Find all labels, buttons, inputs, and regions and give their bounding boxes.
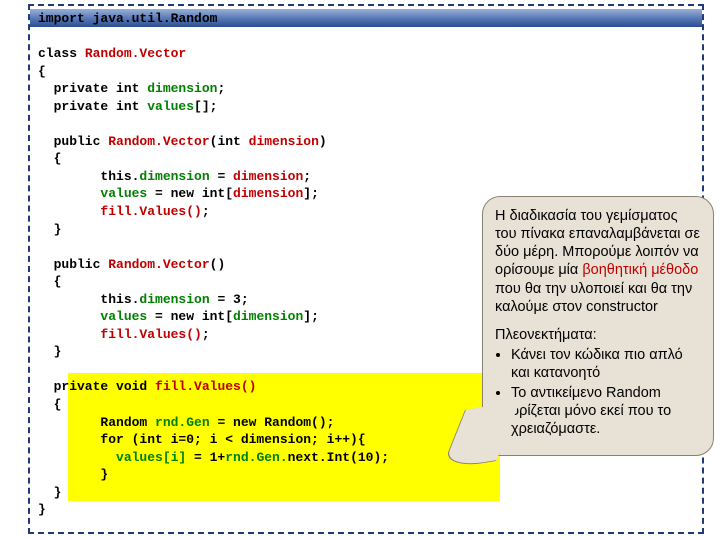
code-token: Random.Vector	[108, 257, 209, 272]
code-token: values[i]	[38, 450, 194, 465]
code-token: ];	[303, 309, 319, 324]
code-token: rnd.Gen.	[225, 450, 287, 465]
code-line: private void	[38, 379, 155, 394]
code-line: this.	[38, 292, 139, 307]
code-token: next.Int(10);	[288, 450, 389, 465]
code-line: {	[38, 397, 61, 412]
code-token: = 3;	[210, 292, 249, 307]
code-token: dimension	[249, 134, 319, 149]
callout-text: που θα την υλοποιεί και θα την καλούμε σ…	[495, 281, 692, 315]
code-token: dimension	[233, 309, 303, 324]
code-line: {	[38, 64, 46, 79]
code-token: fill.Values()	[155, 379, 256, 394]
code-line: }	[38, 485, 61, 500]
code-token: ()	[210, 257, 226, 272]
code-line: public	[38, 134, 108, 149]
code-token: values	[38, 309, 147, 324]
code-token	[38, 327, 100, 342]
code-line: for (int i=0; i < dimension; i++){	[38, 432, 366, 447]
callout-bubble: Η διαδικασία του γεμίσματος του πίνακα ε…	[482, 196, 714, 456]
code-token: = new int[	[147, 309, 233, 324]
code-line: private int	[38, 99, 147, 114]
code-line: private int	[38, 81, 147, 96]
code-token: dimension	[233, 186, 303, 201]
code-line: }	[38, 467, 108, 482]
code-line: Random	[38, 415, 155, 430]
code-token: rnd.Gen	[155, 415, 210, 430]
callout-paragraph: Η διαδικασία του γεμίσματος του πίνακα ε…	[495, 207, 701, 316]
code-token: [];	[194, 99, 217, 114]
code-token	[38, 204, 100, 219]
code-line: }	[38, 344, 61, 359]
code-line: }	[38, 502, 46, 517]
code-token: ;	[217, 81, 225, 96]
code-token: dimension	[233, 169, 303, 184]
code-token: =	[210, 169, 233, 184]
code-token: (int	[210, 134, 249, 149]
code-line: {	[38, 151, 61, 166]
callout-list: Κάνει τον κώδικα πιο απλό και κατανοητό …	[495, 346, 701, 439]
code-line: }	[38, 222, 61, 237]
code-token: ;	[303, 169, 311, 184]
code-token: dimension	[139, 292, 209, 307]
code-token: fill.Values()	[100, 327, 201, 342]
code-token: )	[319, 134, 327, 149]
code-line: {	[38, 274, 61, 289]
callout-list-item: Κάνει τον κώδικα πιο απλό και κατανοητό	[511, 346, 701, 382]
code-token: = new int[	[147, 186, 233, 201]
code-token: fill.Values()	[100, 204, 201, 219]
code-token: dimension	[139, 169, 209, 184]
code-token: ;	[202, 327, 210, 342]
code-token: values	[147, 99, 194, 114]
callout-subheading: Πλεονεκτήματα:	[495, 326, 701, 344]
code-line: this.	[38, 169, 139, 184]
code-token: dimension	[147, 81, 217, 96]
code-token: Random.Vector	[85, 46, 186, 61]
code-line: import	[38, 11, 85, 26]
callout-list-item: Το αντικείμενο Random ορίζεται μόνο εκεί…	[511, 384, 701, 438]
code-line: java.util.Random	[85, 11, 218, 26]
code-token: ];	[303, 186, 319, 201]
code-token: ;	[202, 204, 210, 219]
code-token: Random.Vector	[108, 134, 209, 149]
code-token: values	[38, 186, 147, 201]
callout-highlight: βοηθητική μέθοδο	[582, 262, 698, 278]
code-token: = 1+	[194, 450, 225, 465]
code-line: class	[38, 46, 85, 61]
code-token: = new Random();	[210, 415, 335, 430]
code-line: public	[38, 257, 108, 272]
